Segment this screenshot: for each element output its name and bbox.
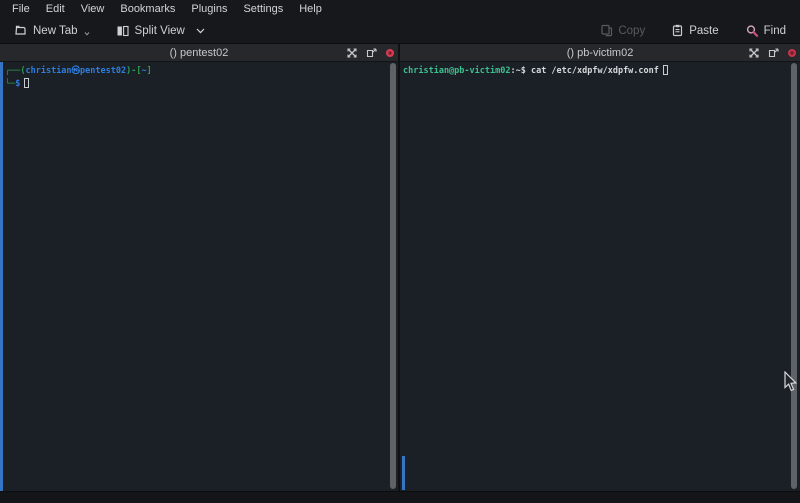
- focus-stripe: [0, 62, 3, 491]
- copy-button[interactable]: Copy: [594, 21, 651, 40]
- terminal-cursor: [24, 78, 29, 88]
- copy-label: Copy: [618, 25, 645, 37]
- detach-tab-icon[interactable]: [366, 48, 377, 58]
- new-tab-caret-icon: [84, 32, 90, 36]
- copy-icon: [600, 24, 613, 37]
- pane-header-pb-victim02[interactable]: () pb-victim02: [400, 44, 800, 62]
- terminal-pentest02[interactable]: ┌──(christian㉿pentest02)-[~]└─$: [0, 62, 398, 491]
- detach-tab-icon[interactable]: [768, 48, 779, 58]
- split-container: () pentest02 ┌──(christian㉿pentest02)-[~…: [0, 44, 800, 491]
- pane-header-pentest02[interactable]: () pentest02: [0, 44, 398, 62]
- menu-bookmarks[interactable]: Bookmarks: [112, 0, 183, 18]
- pane-title-pentest02: () pentest02: [0, 47, 398, 59]
- menu-plugins[interactable]: Plugins: [183, 0, 235, 18]
- remote-command: cat /etc/xdpfw/xdpfw.conf: [531, 66, 659, 76]
- prompt-symbol: $: [15, 79, 20, 89]
- pane-pentest02: () pentest02 ┌──(christian㉿pentest02)-[~…: [0, 44, 398, 491]
- split-view-button[interactable]: Split View: [110, 22, 211, 40]
- scrollbar-left-pane[interactable]: [390, 63, 396, 489]
- menu-file[interactable]: File: [4, 0, 38, 18]
- scrollbar-right-pane[interactable]: [791, 63, 797, 489]
- remote-user-host: christian@pb-victim02: [403, 66, 510, 76]
- terminal-output-right: christian@pb-victim02:~$ cat /etc/xdpfw/…: [400, 62, 800, 78]
- paste-icon: [671, 24, 684, 37]
- paste-label: Paste: [689, 25, 718, 37]
- mouse-pointer: [784, 371, 798, 394]
- menu-edit[interactable]: Edit: [38, 0, 73, 18]
- new-tab-icon: [14, 24, 28, 37]
- find-icon: [745, 24, 759, 38]
- remote-prompt: :~$: [510, 66, 530, 76]
- toolbar: New Tab Split View Copy: [0, 18, 800, 44]
- prompt-frame-open: ┌──(: [5, 66, 25, 76]
- split-view-label: Split View: [135, 25, 185, 37]
- new-tab-button[interactable]: New Tab: [8, 21, 96, 40]
- prompt-user-host: christian㉿pentest02: [25, 66, 126, 76]
- maximize-split-icon[interactable]: [347, 48, 357, 58]
- pane-pb-victim02: () pb-victim02 christian@pb-victim02:~$ …: [400, 44, 800, 491]
- menu-help[interactable]: Help: [291, 0, 330, 18]
- split-view-chevron-icon: [196, 28, 205, 34]
- split-view-icon: [116, 25, 130, 37]
- window-bottom-edge: [0, 491, 800, 503]
- menu-view[interactable]: View: [73, 0, 113, 18]
- find-label: Find: [764, 25, 786, 37]
- close-split-button[interactable]: [386, 49, 394, 57]
- new-tab-label: New Tab: [33, 25, 78, 37]
- close-split-button[interactable]: [788, 49, 796, 57]
- terminal-output-left: ┌──(christian㉿pentest02)-[~]└─$: [0, 62, 398, 91]
- pane-title-pb-victim02: () pb-victim02: [400, 47, 800, 59]
- scroll-position-indicator: [402, 456, 405, 490]
- terminal-cursor: [663, 65, 668, 75]
- find-button[interactable]: Find: [739, 21, 792, 41]
- konsole-window: File Edit View Bookmarks Plugins Setting…: [0, 0, 800, 503]
- prompt-frame-mid: )-[: [126, 66, 141, 76]
- prompt-frame-bottom: └─: [5, 79, 15, 89]
- prompt-frame-close: ]: [147, 66, 152, 76]
- terminal-pb-victim02[interactable]: christian@pb-victim02:~$ cat /etc/xdpfw/…: [400, 62, 800, 491]
- menu-settings[interactable]: Settings: [235, 0, 291, 18]
- paste-button[interactable]: Paste: [665, 21, 724, 40]
- maximize-split-icon[interactable]: [749, 48, 759, 58]
- menu-bar: File Edit View Bookmarks Plugins Setting…: [0, 0, 800, 18]
